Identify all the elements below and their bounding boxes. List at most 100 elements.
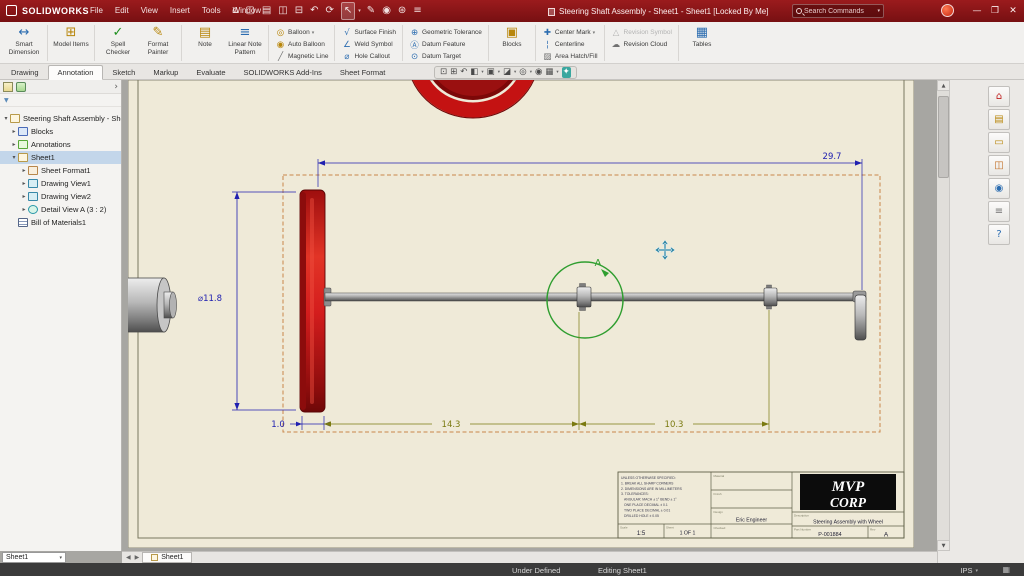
appearances-icon[interactable]: ◉ xyxy=(988,178,1010,199)
blocks-button[interactable]: ▣ Blocks xyxy=(492,24,532,49)
view-settings-icon[interactable]: ✦ xyxy=(562,67,571,78)
expand-arrow-icon[interactable]: ▾ xyxy=(2,115,10,122)
previous-view-icon[interactable]: ↶ xyxy=(460,67,467,78)
tree-item-detail-view-a[interactable]: ▸ Detail View A (3 : 2) xyxy=(0,203,121,216)
tree-item-blocks[interactable]: ▸ Blocks xyxy=(0,125,121,138)
drawing-sheet[interactable]: A 29.7 ⌀11.8 1.0 xyxy=(128,80,914,548)
datum-feature-button[interactable]: ⒶDatum Feature xyxy=(409,39,482,50)
section-view-icon[interactable]: ◧ xyxy=(470,67,478,78)
note-button[interactable]: ▤ Note xyxy=(185,24,225,49)
sketch-icon[interactable]: ✎ xyxy=(367,3,375,19)
format-painter-button[interactable]: ✎ Format Painter xyxy=(138,24,178,56)
properties-icon[interactable]: ≡ xyxy=(413,3,421,19)
print-icon[interactable]: ⊟ xyxy=(295,3,303,19)
u-joint-collar-1[interactable] xyxy=(577,287,591,307)
units-selector[interactable]: IPS▾ xyxy=(960,566,978,575)
revision-cloud-button[interactable]: ☁Revision Cloud xyxy=(611,39,672,50)
auto-balloon-button[interactable]: ◉Auto Balloon xyxy=(275,39,328,50)
solidworks-resources-icon[interactable]: ⌂ xyxy=(988,86,1010,107)
design-library-icon[interactable]: ▤ xyxy=(988,109,1010,130)
search-caret-icon[interactable]: ▾ xyxy=(877,8,880,14)
propertymanager-tab-icon[interactable] xyxy=(16,82,26,92)
custom-properties-icon[interactable]: ≡ xyxy=(988,201,1010,222)
featuremanager-tab-icon[interactable] xyxy=(3,82,13,92)
dim-spacing2-text[interactable]: 10.3 xyxy=(665,420,684,430)
centerline-button[interactable]: ¦Centerline xyxy=(542,39,598,50)
home-icon[interactable]: ⌂ xyxy=(232,3,238,19)
zoom-to-fit-icon[interactable]: ⊡ xyxy=(440,67,447,78)
datum-target-button[interactable]: ⊙Datum Target xyxy=(409,51,482,62)
handle-grip[interactable] xyxy=(855,295,866,340)
spell-checker-button[interactable]: ✓ Spell Checker xyxy=(98,24,138,56)
appearance-icon[interactable]: ◉ xyxy=(382,3,391,19)
apply-scene-icon[interactable]: ▦ xyxy=(545,67,553,78)
new-file-icon[interactable]: ▢ xyxy=(245,3,254,19)
hide-show-items-icon[interactable]: ◎ xyxy=(519,67,526,78)
sheet-tab[interactable]: Sheet1 xyxy=(142,552,192,563)
minimize-button[interactable]: — xyxy=(970,4,984,18)
status-grid-icon[interactable]: ▦ xyxy=(1002,565,1010,574)
tree-item-drawing-view2[interactable]: ▸ Drawing View2 xyxy=(0,190,121,203)
menu-file[interactable]: File xyxy=(84,6,109,15)
expand-arrow-icon[interactable]: ▸ xyxy=(20,193,28,200)
search-box[interactable]: ▾ xyxy=(792,4,884,18)
sheet-selector-dropdown[interactable]: Sheet1 ▾ xyxy=(2,552,66,563)
expand-arrow-icon[interactable]: ▸ xyxy=(20,206,28,213)
graphics-area[interactable]: A 29.7 ⌀11.8 1.0 xyxy=(122,80,937,551)
panel-flyout-chevron-icon[interactable]: › xyxy=(114,82,118,92)
geometric-tolerance-button[interactable]: ⊕Geometric Tolerance xyxy=(409,27,482,38)
expand-arrow-icon[interactable]: ▸ xyxy=(10,141,18,148)
center-mark-button[interactable]: ✚Center Mark▾ xyxy=(542,27,598,38)
display-style-icon[interactable]: ◪ xyxy=(503,67,511,78)
maximize-button[interactable]: ❐ xyxy=(988,4,1002,18)
vertical-scrollbar[interactable]: ▲ ▼ xyxy=(937,80,950,551)
balloon-button[interactable]: ◎Balloon▾ xyxy=(275,27,328,38)
view-palette-icon[interactable]: ◫ xyxy=(988,155,1010,176)
weld-symbol-button[interactable]: ∠Weld Symbol xyxy=(341,39,396,50)
zoom-to-area-icon[interactable]: ⊞ xyxy=(450,67,457,78)
expand-arrow-icon[interactable]: ▸ xyxy=(20,180,28,187)
scroll-up-icon[interactable]: ▲ xyxy=(937,80,950,91)
edit-appearance-icon[interactable]: ◉ xyxy=(535,67,542,78)
dim-overall-text[interactable]: 29.7 xyxy=(823,152,842,162)
select-arrow-icon[interactable]: ↖ xyxy=(341,2,355,20)
surface-finish-button[interactable]: √Surface Finish xyxy=(341,27,396,38)
expand-arrow-icon[interactable]: ▾ xyxy=(10,154,18,161)
menu-edit[interactable]: Edit xyxy=(109,6,135,15)
rebuild-icon[interactable]: ⟳ xyxy=(326,3,334,19)
dim-thickness-text[interactable]: 1.0 xyxy=(271,420,285,430)
tree-item-bill-of-materials[interactable]: Bill of Materials1 xyxy=(0,216,121,229)
magnetic-line-button[interactable]: ╱Magnetic Line xyxy=(275,51,328,62)
search-input[interactable] xyxy=(804,8,877,15)
file-explorer-icon[interactable]: ▭ xyxy=(988,132,1010,153)
close-button[interactable]: ✕ xyxy=(1006,4,1020,18)
tab-annotation[interactable]: Annotation xyxy=(48,65,104,80)
hole-callout-button[interactable]: ⌀Hole Callout xyxy=(341,51,396,62)
user-avatar[interactable] xyxy=(941,4,954,17)
tab-sheet-format[interactable]: Sheet Format xyxy=(331,66,394,79)
u-joint-collar-2[interactable] xyxy=(764,288,777,306)
tab-evaluate[interactable]: Evaluate xyxy=(187,66,234,79)
view-orientation-icon[interactable]: ▣ xyxy=(487,67,495,78)
menu-insert[interactable]: Insert xyxy=(164,6,196,15)
dim-diameter-text[interactable]: ⌀11.8 xyxy=(198,294,222,304)
tab-solidworks-addins[interactable]: SOLIDWORKS Add-Ins xyxy=(235,66,331,79)
tables-button[interactable]: ▦ Tables xyxy=(682,24,722,49)
model-items-button[interactable]: ⊞ Model Items xyxy=(51,24,91,49)
smart-dimension-button[interactable]: ↔ Smart Dimension xyxy=(4,24,44,56)
save-icon[interactable]: ◫ xyxy=(278,3,287,19)
tree-item-sheet1[interactable]: ▾ Sheet1 xyxy=(0,151,121,164)
tab-sketch[interactable]: Sketch xyxy=(103,66,144,79)
prev-sheet-icon[interactable]: ◀ xyxy=(125,554,132,561)
open-file-icon[interactable]: ▤ xyxy=(262,3,271,19)
scroll-down-icon[interactable]: ▼ xyxy=(937,540,950,551)
dim-spacing1-text[interactable]: 14.3 xyxy=(442,420,461,430)
select-dropdown-caret-icon[interactable]: ▾ xyxy=(358,8,361,14)
expand-arrow-icon[interactable]: ▸ xyxy=(20,167,28,174)
tab-markup[interactable]: Markup xyxy=(144,66,187,79)
area-hatch-button[interactable]: ▨Area Hatch/Fill xyxy=(542,51,598,62)
linear-note-pattern-button[interactable]: ≡ Linear Note Pattern xyxy=(225,24,265,56)
tree-item-annotations[interactable]: ▸ Annotations xyxy=(0,138,121,151)
detail-label[interactable]: A xyxy=(595,258,602,269)
menu-view[interactable]: View xyxy=(135,6,164,15)
